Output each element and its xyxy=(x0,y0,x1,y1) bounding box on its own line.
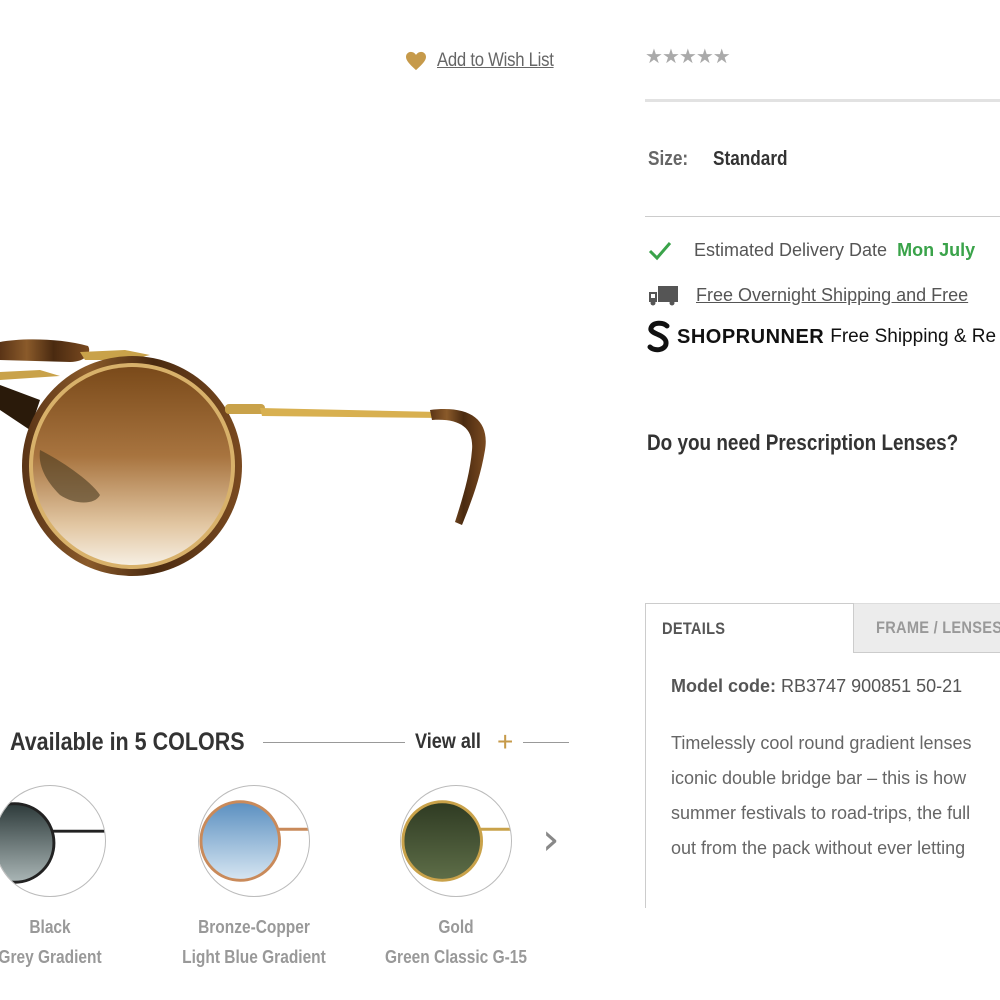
plus-icon[interactable]: + xyxy=(497,726,513,758)
description-line: summer festivals to road-trips, the full xyxy=(671,803,971,823)
product-tabs: DETAILS FRAME / LENSES xyxy=(645,603,1000,653)
star-icon: ★ xyxy=(695,46,714,68)
delivery-label: Estimated Delivery Date xyxy=(694,239,888,260)
divider-line xyxy=(523,741,570,743)
star-icon: ★ xyxy=(678,46,697,68)
colors-header: Available in 5 COLORS View all + xyxy=(10,722,570,762)
star-icon: ★ xyxy=(712,46,731,68)
model-code-label: Model code: xyxy=(671,676,777,696)
size-label: Size: xyxy=(648,148,689,170)
divider xyxy=(645,216,1000,217)
tab-frame-lenses[interactable]: FRAME / LENSES xyxy=(854,603,1000,653)
size-value: Standard xyxy=(712,148,788,170)
lens-color-name: Green Classic G-15 xyxy=(385,947,527,967)
star-icon: ★ xyxy=(661,46,680,68)
view-all-link[interactable]: View all xyxy=(415,730,481,754)
tab-details[interactable]: DETAILS xyxy=(645,603,854,653)
model-code: Model code: RB3747 900851 50-21 xyxy=(671,676,962,697)
star-icon: ★ xyxy=(645,46,663,68)
shoprunner-banner[interactable]: SHOPRUNNER Free Shipping & Re xyxy=(645,320,996,354)
size-row: Size: Standard xyxy=(648,148,799,171)
shoprunner-brand: SHOPRUNNER xyxy=(677,325,825,348)
add-to-wishlist-link[interactable]: Add to Wish List xyxy=(405,50,569,72)
free-shipping-row[interactable]: Free Overnight Shipping and Free xyxy=(648,284,968,306)
description-line: iconic double bridge bar – this is how xyxy=(671,768,967,788)
product-description: Timelessly cool round gradient lenses ic… xyxy=(671,726,1000,866)
description-line: Timelessly cool round gradient lenses xyxy=(671,733,972,753)
checkmark-icon xyxy=(648,242,672,261)
rating-stars: ★ ★ ★ ★ ★ xyxy=(645,44,731,69)
delivery-date: Mon July xyxy=(897,239,976,260)
frame-color-name: Bronze-Copper xyxy=(198,917,310,937)
lens-color-name: Light Blue Gradient xyxy=(182,947,326,967)
swatch-label-black: Black Grey Gradient xyxy=(0,912,102,972)
heart-icon xyxy=(406,51,426,71)
lens-color-name: Grey Gradient xyxy=(0,947,102,967)
details-panel: Model code: RB3747 900851 50-21 Timeless… xyxy=(645,652,1000,908)
model-code-value: RB3747 900851 50-21 xyxy=(781,676,963,696)
divider xyxy=(645,99,1000,102)
product-image xyxy=(0,339,486,576)
shoprunner-logo-icon xyxy=(647,320,670,353)
black-sunglasses-thumbnail xyxy=(0,802,105,884)
gold-sunglasses-thumbnail xyxy=(401,800,511,882)
divider-line xyxy=(263,741,405,743)
frame-color-name: Black xyxy=(29,917,71,937)
chevron-right-icon[interactable]: › xyxy=(542,818,560,862)
color-swatch-gold[interactable] xyxy=(400,785,512,897)
description-line: out from the pack without ever letting xyxy=(671,838,966,858)
shoprunner-text: Free Shipping & Re xyxy=(830,326,997,347)
color-swatch-black[interactable] xyxy=(0,785,106,897)
prescription-question: Do you need Prescription Lenses? xyxy=(647,430,959,455)
color-swatch-bronze-copper[interactable] xyxy=(198,785,310,897)
free-shipping-link[interactable]: Free Overnight Shipping and Free xyxy=(696,285,968,306)
tab-label: FRAME / LENSES xyxy=(876,618,1000,637)
swatch-label-gold: Gold Green Classic G-15 xyxy=(379,912,534,972)
delivery-estimate: Estimated Delivery Date Mon July xyxy=(648,238,975,262)
wishlist-label: Add to Wish List xyxy=(437,50,554,71)
bronze-copper-sunglasses-thumbnail xyxy=(199,800,309,882)
colors-title: Available in 5 COLORS xyxy=(10,727,245,756)
frame-color-name: Gold xyxy=(438,917,474,937)
swatch-label-bronze-copper: Bronze-Copper Light Blue Gradient xyxy=(177,912,332,972)
truck-icon xyxy=(649,286,678,306)
tab-label: DETAILS xyxy=(662,618,726,638)
